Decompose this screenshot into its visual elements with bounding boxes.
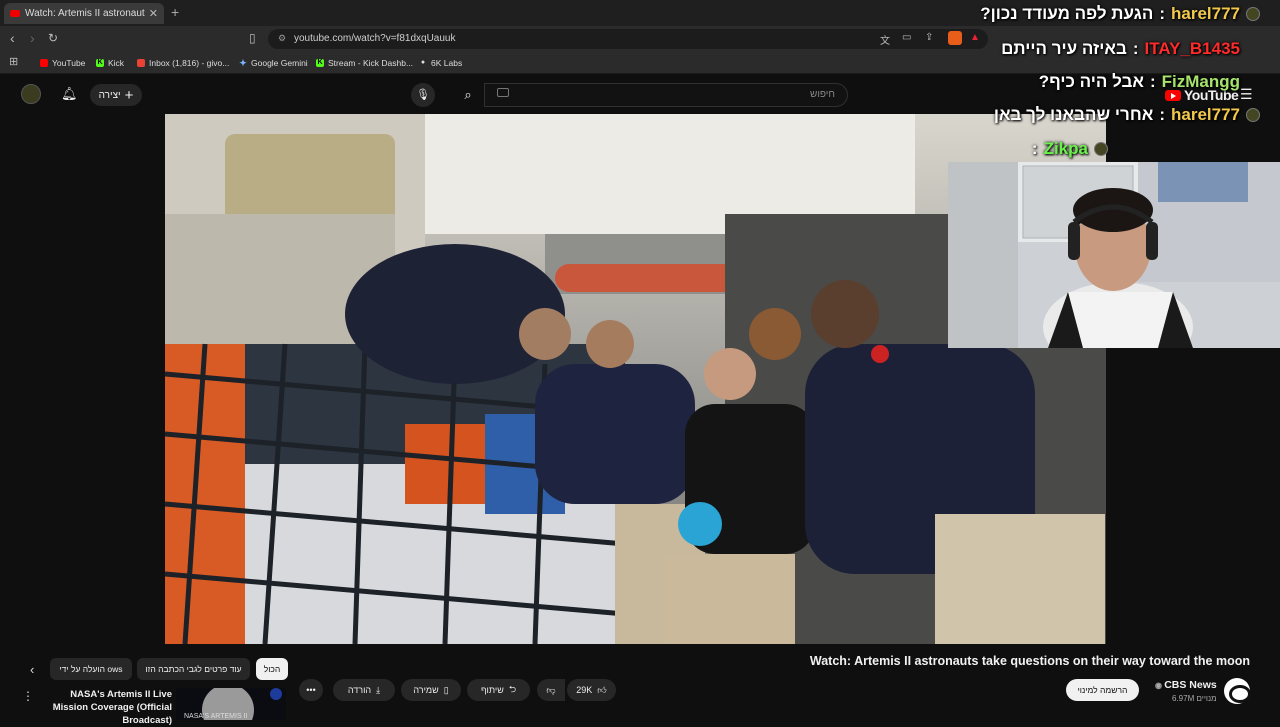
more-horizontal-icon: ••• [306, 685, 316, 695]
channel-avatar[interactable] [1224, 678, 1251, 704]
kick-icon: K [316, 59, 324, 67]
chat-text: ?אבל היה כיף [1038, 72, 1144, 91]
translate-icon[interactable]: 文 [880, 32, 890, 47]
gemini-icon: ✦ [239, 58, 247, 68]
chat-username: harel777 [1171, 4, 1240, 23]
bookmark-kick[interactable]: K Kick [96, 58, 124, 68]
more-vertical-icon[interactable]: ⋮ [22, 689, 34, 703]
verified-icon: ◉ [1155, 681, 1165, 690]
share-label: שיתוף [480, 685, 504, 695]
site-info-icon[interactable]: ⚙ [278, 33, 286, 44]
recommended-video-thumbnail[interactable]: NASA'S ARTEMIS II [176, 688, 286, 720]
bookmark-label: 6K Labs [431, 58, 463, 68]
chips-scroll-left-icon[interactable]: ‹ [30, 662, 34, 677]
notifications-bell-icon[interactable]: 🔔︎ [61, 86, 78, 102]
chat-message: באיזה עיר הייתם : ITAY_B1435 [1001, 39, 1240, 58]
search-icon[interactable]: ⌕ [455, 83, 481, 107]
plus-icon: + [124, 86, 134, 104]
subscriber-count: 6.97M מנויים [1172, 694, 1217, 703]
chat-username: Zikpa [1043, 139, 1088, 158]
url-text: youtube.com/watch?v=f81dxqUauuk [294, 33, 456, 44]
watch-metadata: Watch: Artemis II astronauts take questi… [0, 644, 1280, 726]
channel-name-text: CBS News [1164, 679, 1217, 691]
close-tab-icon[interactable]: ✕ [149, 7, 158, 20]
chip-more-about-story[interactable]: עוד פרטים לגבי הכתבה הזו [137, 658, 250, 680]
tab-title: Watch: Artemis II astronauts take [25, 8, 145, 19]
chat-username: FizMangg [1161, 72, 1240, 91]
bookmark-6k-labs[interactable]: ● 6K Labs [419, 58, 462, 68]
back-icon[interactable]: ‹ [10, 30, 15, 46]
bookmark-kick-stream[interactable]: K Stream - Kick Dashb... [316, 58, 413, 68]
thumbs-down-icon: 👎︎ [546, 684, 556, 695]
youtube-icon [40, 59, 48, 67]
chat-badge-icon [1094, 142, 1108, 156]
share-page-icon[interactable]: ⇪ [925, 32, 933, 43]
download-label: הורדה [347, 685, 372, 695]
new-tab-icon[interactable]: + [171, 4, 179, 20]
bookmark-gemini[interactable]: ✦ Google Gemini [239, 58, 308, 68]
save-button[interactable]: שמירה ▯ [401, 679, 461, 701]
save-label: שמירה [413, 685, 439, 695]
like-count: 29K [576, 685, 593, 695]
browser-tab[interactable]: Watch: Artemis II astronauts take ✕ [4, 3, 164, 24]
thumbnail-image: NASA'S ARTEMIS II [176, 688, 286, 720]
dislike-button[interactable]: 👎︎ [537, 679, 565, 701]
video-title: Watch: Artemis II astronauts take questi… [809, 654, 1250, 668]
youtube-favicon-icon [10, 10, 20, 17]
bookmark-label: Inbox (1,816) - givo... [149, 58, 230, 68]
chat-text: ?הגעת לפה מעודד נכון [980, 4, 1154, 23]
chat-badge-icon [1246, 108, 1260, 122]
recommended-video-title[interactable]: NASA's Artemis II Live Mission Coverage … [38, 688, 172, 727]
thumbs-up-icon: 👍︎ [597, 684, 607, 695]
chat-message: ?אבל היה כיף : FizMangg [1038, 72, 1240, 91]
labs-icon: ● [420, 59, 426, 66]
bookmark-gmail[interactable]: Inbox (1,816) - givo... [137, 58, 229, 68]
cast-icon[interactable]: ▭ [902, 32, 911, 43]
chat-message: : Zikpa [1026, 139, 1108, 159]
keyboard-icon[interactable] [497, 88, 509, 97]
share-icon: ⮌ [508, 684, 517, 694]
webcam-frame [948, 162, 1280, 348]
chip-uploaded-by[interactable]: הועלה על ידי ows [50, 658, 132, 680]
bookmark-label: Kick [108, 58, 125, 68]
forward-icon[interactable]: › [30, 30, 35, 46]
bookmark-youtube[interactable]: YouTube [40, 58, 85, 68]
gmail-icon [137, 59, 145, 67]
thumbnail-text: NASA'S ARTEMIS II [184, 713, 248, 720]
search-placeholder: חיפוש [810, 89, 835, 100]
brave-rewards-icon[interactable]: ▲ [970, 32, 980, 43]
channel-name[interactable]: ◉ CBS News [1155, 679, 1217, 691]
bookmark-label: YouTube [52, 58, 86, 68]
brave-shield-icon[interactable] [948, 31, 962, 45]
chat-username: harel777 [1171, 105, 1240, 124]
chat-message: ?הגעת לפה מעודד נכון : harel777 [980, 4, 1260, 24]
chat-text: אחרי שהבאנו לך באן [993, 105, 1154, 124]
bookmark-label: Stream - Kick Dashb... [328, 58, 414, 68]
bookmark-icon: ▯ [443, 684, 449, 695]
chip-all[interactable]: הכול [256, 658, 288, 680]
account-avatar[interactable] [21, 84, 41, 104]
search-input[interactable]: חיפוש [484, 83, 848, 107]
chat-text: באיזה עיר הייתם [1001, 39, 1127, 58]
bookmark-label: Google Gemini [251, 58, 308, 68]
chat-message: אחרי שהבאנו לך באן : harel777 [994, 105, 1260, 125]
share-button[interactable]: שיתוף ⮌ [467, 679, 530, 701]
reload-icon[interactable]: ↻ [48, 31, 58, 45]
like-button[interactable]: 29K 👍︎ [567, 679, 616, 701]
download-button[interactable]: הורדה ⤓ [333, 679, 395, 701]
subscribe-button[interactable]: הרשמה למינוי [1066, 679, 1139, 701]
voice-search-mic-icon[interactable]: 🎙︎ [411, 83, 435, 107]
chat-badge-icon [1246, 7, 1260, 21]
create-button[interactable]: יצירה + [90, 84, 142, 106]
more-actions-button[interactable]: ••• [299, 679, 323, 701]
bookmark-page-icon[interactable]: ▯ [249, 31, 256, 45]
apps-grid-icon[interactable]: ⊞ [9, 55, 18, 68]
download-icon: ⤓ [376, 684, 381, 695]
create-label: יצירה [98, 89, 121, 101]
chat-username: ITAY_B1435 [1144, 39, 1240, 58]
streamer-webcam [948, 162, 1280, 348]
kick-icon: K [96, 59, 104, 67]
